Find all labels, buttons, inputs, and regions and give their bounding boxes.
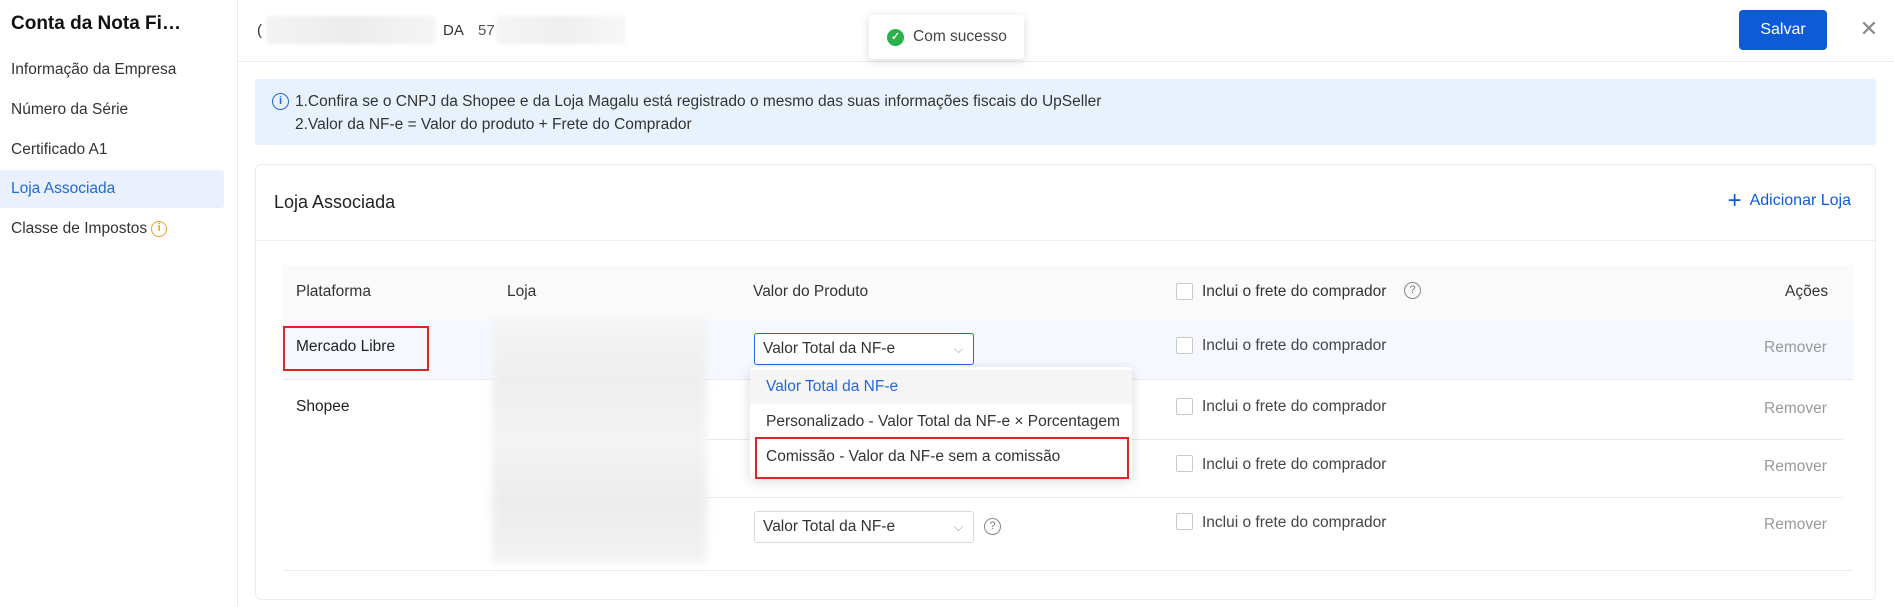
frete-checkbox[interactable] [1176, 455, 1193, 472]
card-divider [256, 240, 1875, 241]
redacted-account-name [266, 16, 436, 44]
frete-header-checkbox[interactable] [1176, 283, 1193, 300]
row-divider [283, 570, 1853, 571]
col-acoes: Ações [1785, 283, 1829, 300]
highlight-box [283, 326, 429, 371]
row-divider [706, 497, 1843, 498]
info-icon: i [272, 93, 289, 110]
sidebar-item-certificado[interactable]: Certificado A1 [0, 131, 224, 169]
sidebar-item-classe-impostos[interactable]: Classe de Impostos i [0, 210, 224, 248]
redacted-account-number [496, 16, 626, 44]
chevron-down-icon: ⌵ [953, 342, 963, 356]
plus-icon: + [1727, 187, 1742, 214]
sidebar-title: Conta da Nota Fi… [11, 13, 181, 34]
remover-link[interactable]: Remover [1764, 516, 1827, 534]
info-icon: i [151, 220, 168, 237]
valor-produto-select[interactable]: Valor Total da NF-e ⌵ [754, 511, 974, 543]
close-icon[interactable]: ✕ [1858, 16, 1880, 42]
select-value: Valor Total da NF-e [763, 518, 896, 535]
success-toast: ✓ Com sucesso [869, 15, 1024, 59]
sidebar-item-informacao-empresa[interactable]: Informação da Empresa [0, 51, 224, 89]
help-icon[interactable]: ? [1404, 282, 1421, 299]
frete-checkbox[interactable] [1176, 398, 1193, 415]
col-valor: Valor do Produto [753, 283, 869, 300]
chevron-down-icon: ⌵ [953, 520, 963, 534]
redacted-loja-column [492, 319, 707, 562]
save-button[interactable]: Salvar [1739, 10, 1827, 50]
toast-message: Com sucesso [913, 28, 1007, 45]
sidebar-item-numero-serie[interactable]: Número da Série [0, 91, 224, 129]
check-circle-icon: ✓ [887, 28, 904, 46]
account-name-prefix: ( [257, 22, 262, 39]
remover-link[interactable]: Remover [1764, 339, 1827, 357]
account-name-suffix: DA [443, 22, 464, 39]
remover-link[interactable]: Remover [1764, 400, 1827, 418]
col-frete: Inclui o frete do comprador [1202, 283, 1387, 300]
frete-checkbox[interactable] [1176, 513, 1193, 530]
add-loja-label: Adicionar Loja [1749, 192, 1851, 209]
highlight-box [755, 437, 1129, 479]
account-number-prefix: 57 [478, 22, 495, 39]
col-plataforma: Plataforma [296, 283, 371, 300]
sidebar-item-loja-associada[interactable]: Loja Associada [0, 170, 224, 208]
frete-label: Inclui o frete do comprador [1202, 398, 1387, 415]
card-title: Loja Associada [274, 192, 396, 212]
select-value: Valor Total da NF-e [763, 340, 896, 357]
table-header: Plataforma Loja Valor do Produto Inclui … [283, 265, 1853, 319]
notice-line-1: 1.Confira se o CNPJ da Shopee e da Loja … [295, 93, 1102, 110]
frete-label: Inclui o frete do comprador [1202, 514, 1387, 531]
frete-checkbox[interactable] [1176, 337, 1193, 354]
valor-produto-select[interactable]: Valor Total da NF-e ⌵ [754, 333, 974, 365]
sidebar: Conta da Nota Fi… Informação da Empresa … [0, 0, 238, 607]
add-loja-button[interactable]: + Adicionar Loja [1727, 187, 1851, 214]
info-notice: i 1.Confira se o CNPJ da Shopee e da Loj… [255, 79, 1876, 145]
frete-label: Inclui o frete do comprador [1202, 337, 1387, 354]
frete-label: Inclui o frete do comprador [1202, 456, 1387, 473]
dropdown-option[interactable]: Valor Total da NF-e [750, 370, 1132, 404]
help-icon[interactable]: ? [984, 518, 1001, 535]
notice-line-2: 2.Valor da NF-e = Valor do produto + Fre… [295, 116, 692, 133]
header: ( DA 57 Salvar ✕ [238, 0, 1894, 62]
col-loja: Loja [507, 283, 537, 300]
sidebar-item-label: Classe de Impostos [11, 220, 148, 237]
remover-link[interactable]: Remover [1764, 458, 1827, 476]
dropdown-option[interactable]: Personalizado - Valor Total da NF-e × Po… [750, 405, 1132, 439]
plataforma-cell: Shopee [296, 398, 350, 415]
